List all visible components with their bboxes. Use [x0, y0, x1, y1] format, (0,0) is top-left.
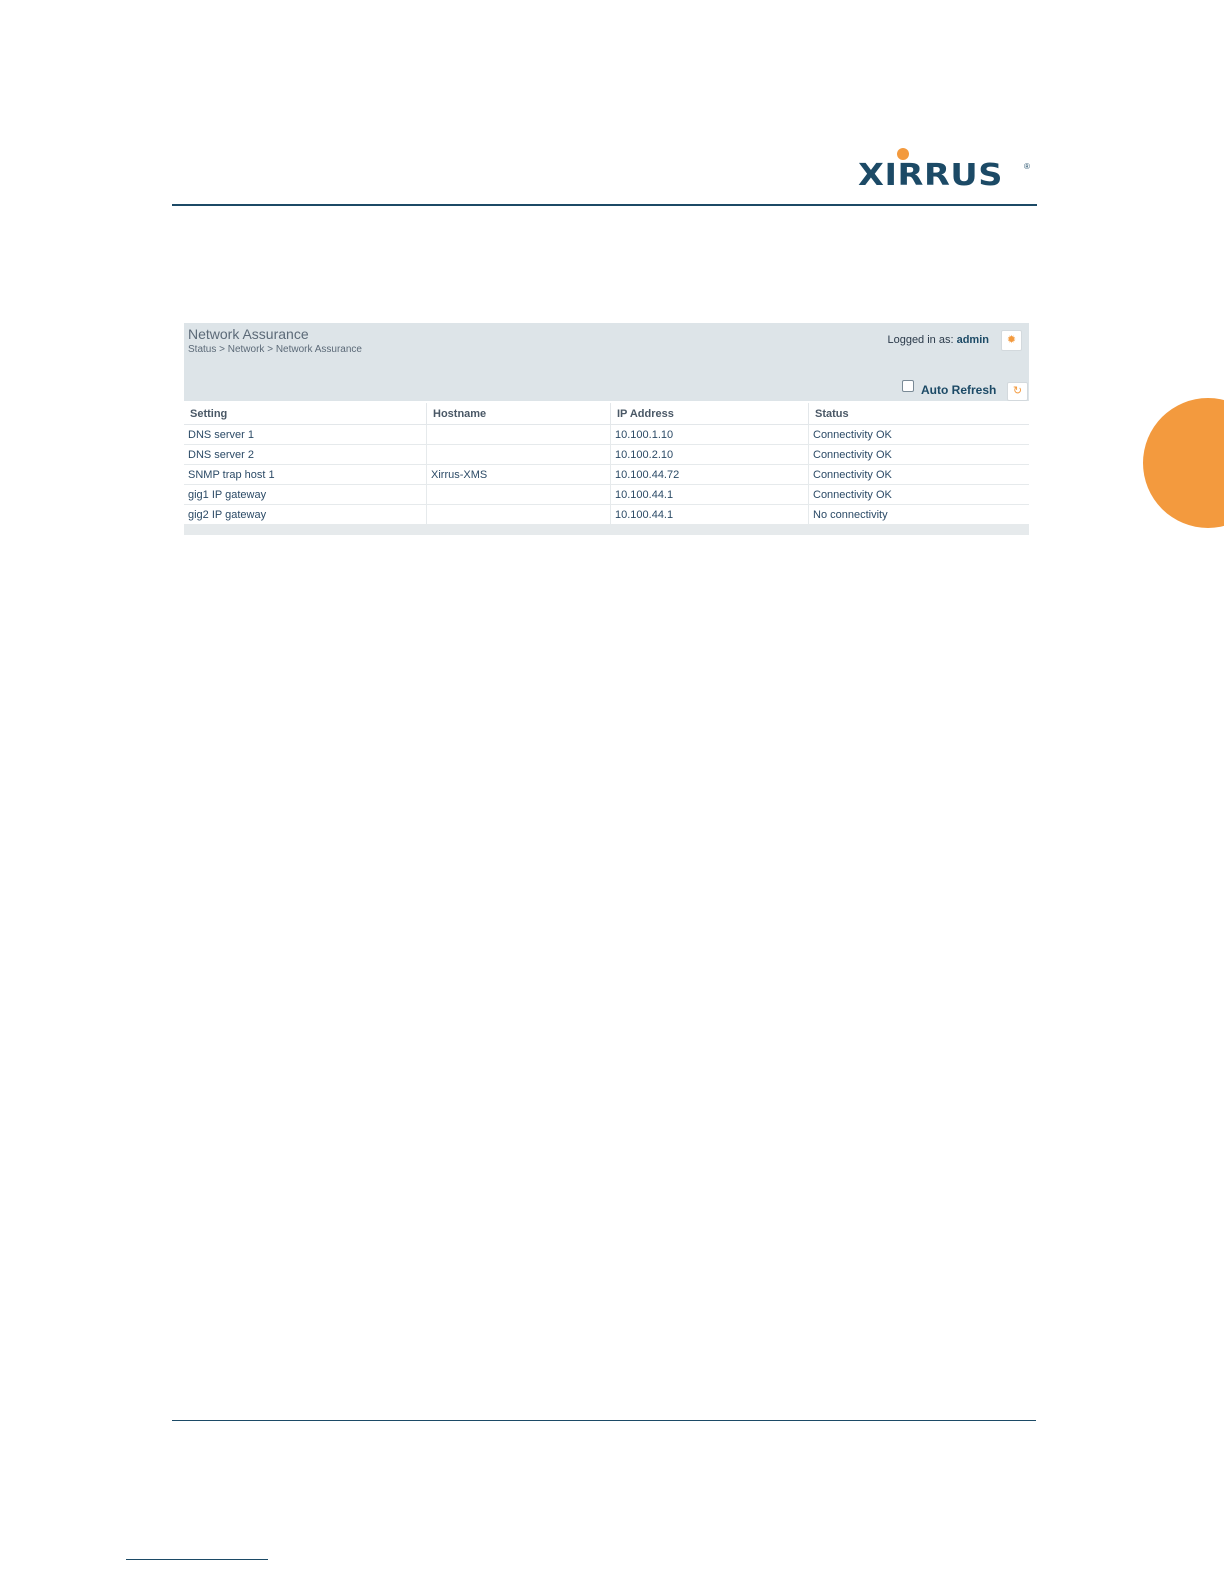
column-header-status[interactable]: Status	[808, 403, 1029, 425]
panel-footer-bar	[184, 524, 1029, 535]
setting-cell: gig2 IP gateway	[184, 504, 427, 525]
hostname-cell	[426, 504, 611, 525]
network-assurance-panel: Network Assurance Status > Network > Net…	[184, 323, 1029, 535]
gear-icon: ✹	[1006, 334, 1017, 346]
setting-cell: gig1 IP gateway	[184, 484, 427, 505]
auto-refresh-label: Auto Refresh	[921, 383, 997, 397]
panel-header: Network Assurance Status > Network > Net…	[184, 323, 1029, 401]
table-row: SNMP trap host 1 Xirrus-XMS 10.100.44.72…	[184, 464, 1029, 485]
hostname-cell	[426, 484, 611, 505]
ip-address-cell: 10.100.2.10	[610, 444, 809, 465]
status-cell: Connectivity OK	[808, 444, 1029, 465]
settings-button[interactable]: ✹	[1001, 330, 1022, 351]
table-row: gig2 IP gateway 10.100.44.1 No connectiv…	[184, 504, 1029, 525]
table-row: gig1 IP gateway 10.100.44.1 Connectivity…	[184, 484, 1029, 505]
refresh-icon: ↻	[1012, 385, 1023, 397]
auto-refresh-checkbox[interactable]	[902, 380, 914, 392]
footer-link-underline	[126, 1559, 268, 1560]
status-cell: Connectivity OK	[808, 464, 1029, 485]
logo-registered-mark: ®	[1024, 162, 1030, 171]
hostname-cell: Xirrus-XMS	[426, 464, 611, 485]
xirrus-logo: XIRRUS ®	[858, 146, 1033, 196]
table-row: DNS server 2 10.100.2.10 Connectivity OK	[184, 444, 1029, 465]
column-header-hostname[interactable]: Hostname	[426, 403, 611, 425]
ip-address-cell: 10.100.44.1	[610, 484, 809, 505]
column-header-ip-address[interactable]: IP Address	[610, 403, 809, 425]
hostname-cell	[426, 444, 611, 465]
column-header-setting[interactable]: Setting	[184, 403, 427, 425]
page-title: Network Assurance	[188, 326, 309, 342]
ip-address-cell: 10.100.44.72	[610, 464, 809, 485]
table-row: DNS server 1 10.100.1.10 Connectivity OK	[184, 424, 1029, 445]
header-rule	[172, 204, 1037, 206]
ip-address-cell: 10.100.1.10	[610, 424, 809, 445]
network-assurance-table: Setting Hostname IP Address Status DNS s…	[184, 403, 1029, 525]
logo-text: XIRRUS	[858, 158, 1004, 193]
footer-rule	[172, 1420, 1036, 1421]
breadcrumb: Status > Network > Network Assurance	[188, 344, 362, 355]
chapter-tab-marker	[1143, 398, 1224, 528]
status-cell: Connectivity OK	[808, 424, 1029, 445]
setting-cell: SNMP trap host 1	[184, 464, 427, 485]
status-cell: No connectivity	[808, 504, 1029, 525]
logged-in-label: Logged in as:	[887, 334, 954, 346]
table-header-row: Setting Hostname IP Address Status	[184, 403, 1029, 425]
status-cell: Connectivity OK	[808, 484, 1029, 505]
hostname-cell	[426, 424, 611, 445]
setting-cell: DNS server 1	[184, 424, 427, 445]
ip-address-cell: 10.100.44.1	[610, 504, 809, 525]
logged-in-user: admin	[956, 334, 989, 346]
refresh-button[interactable]: ↻	[1007, 382, 1028, 401]
logged-in-status: Logged in as: admin	[887, 334, 989, 346]
setting-cell: DNS server 2	[184, 444, 427, 465]
